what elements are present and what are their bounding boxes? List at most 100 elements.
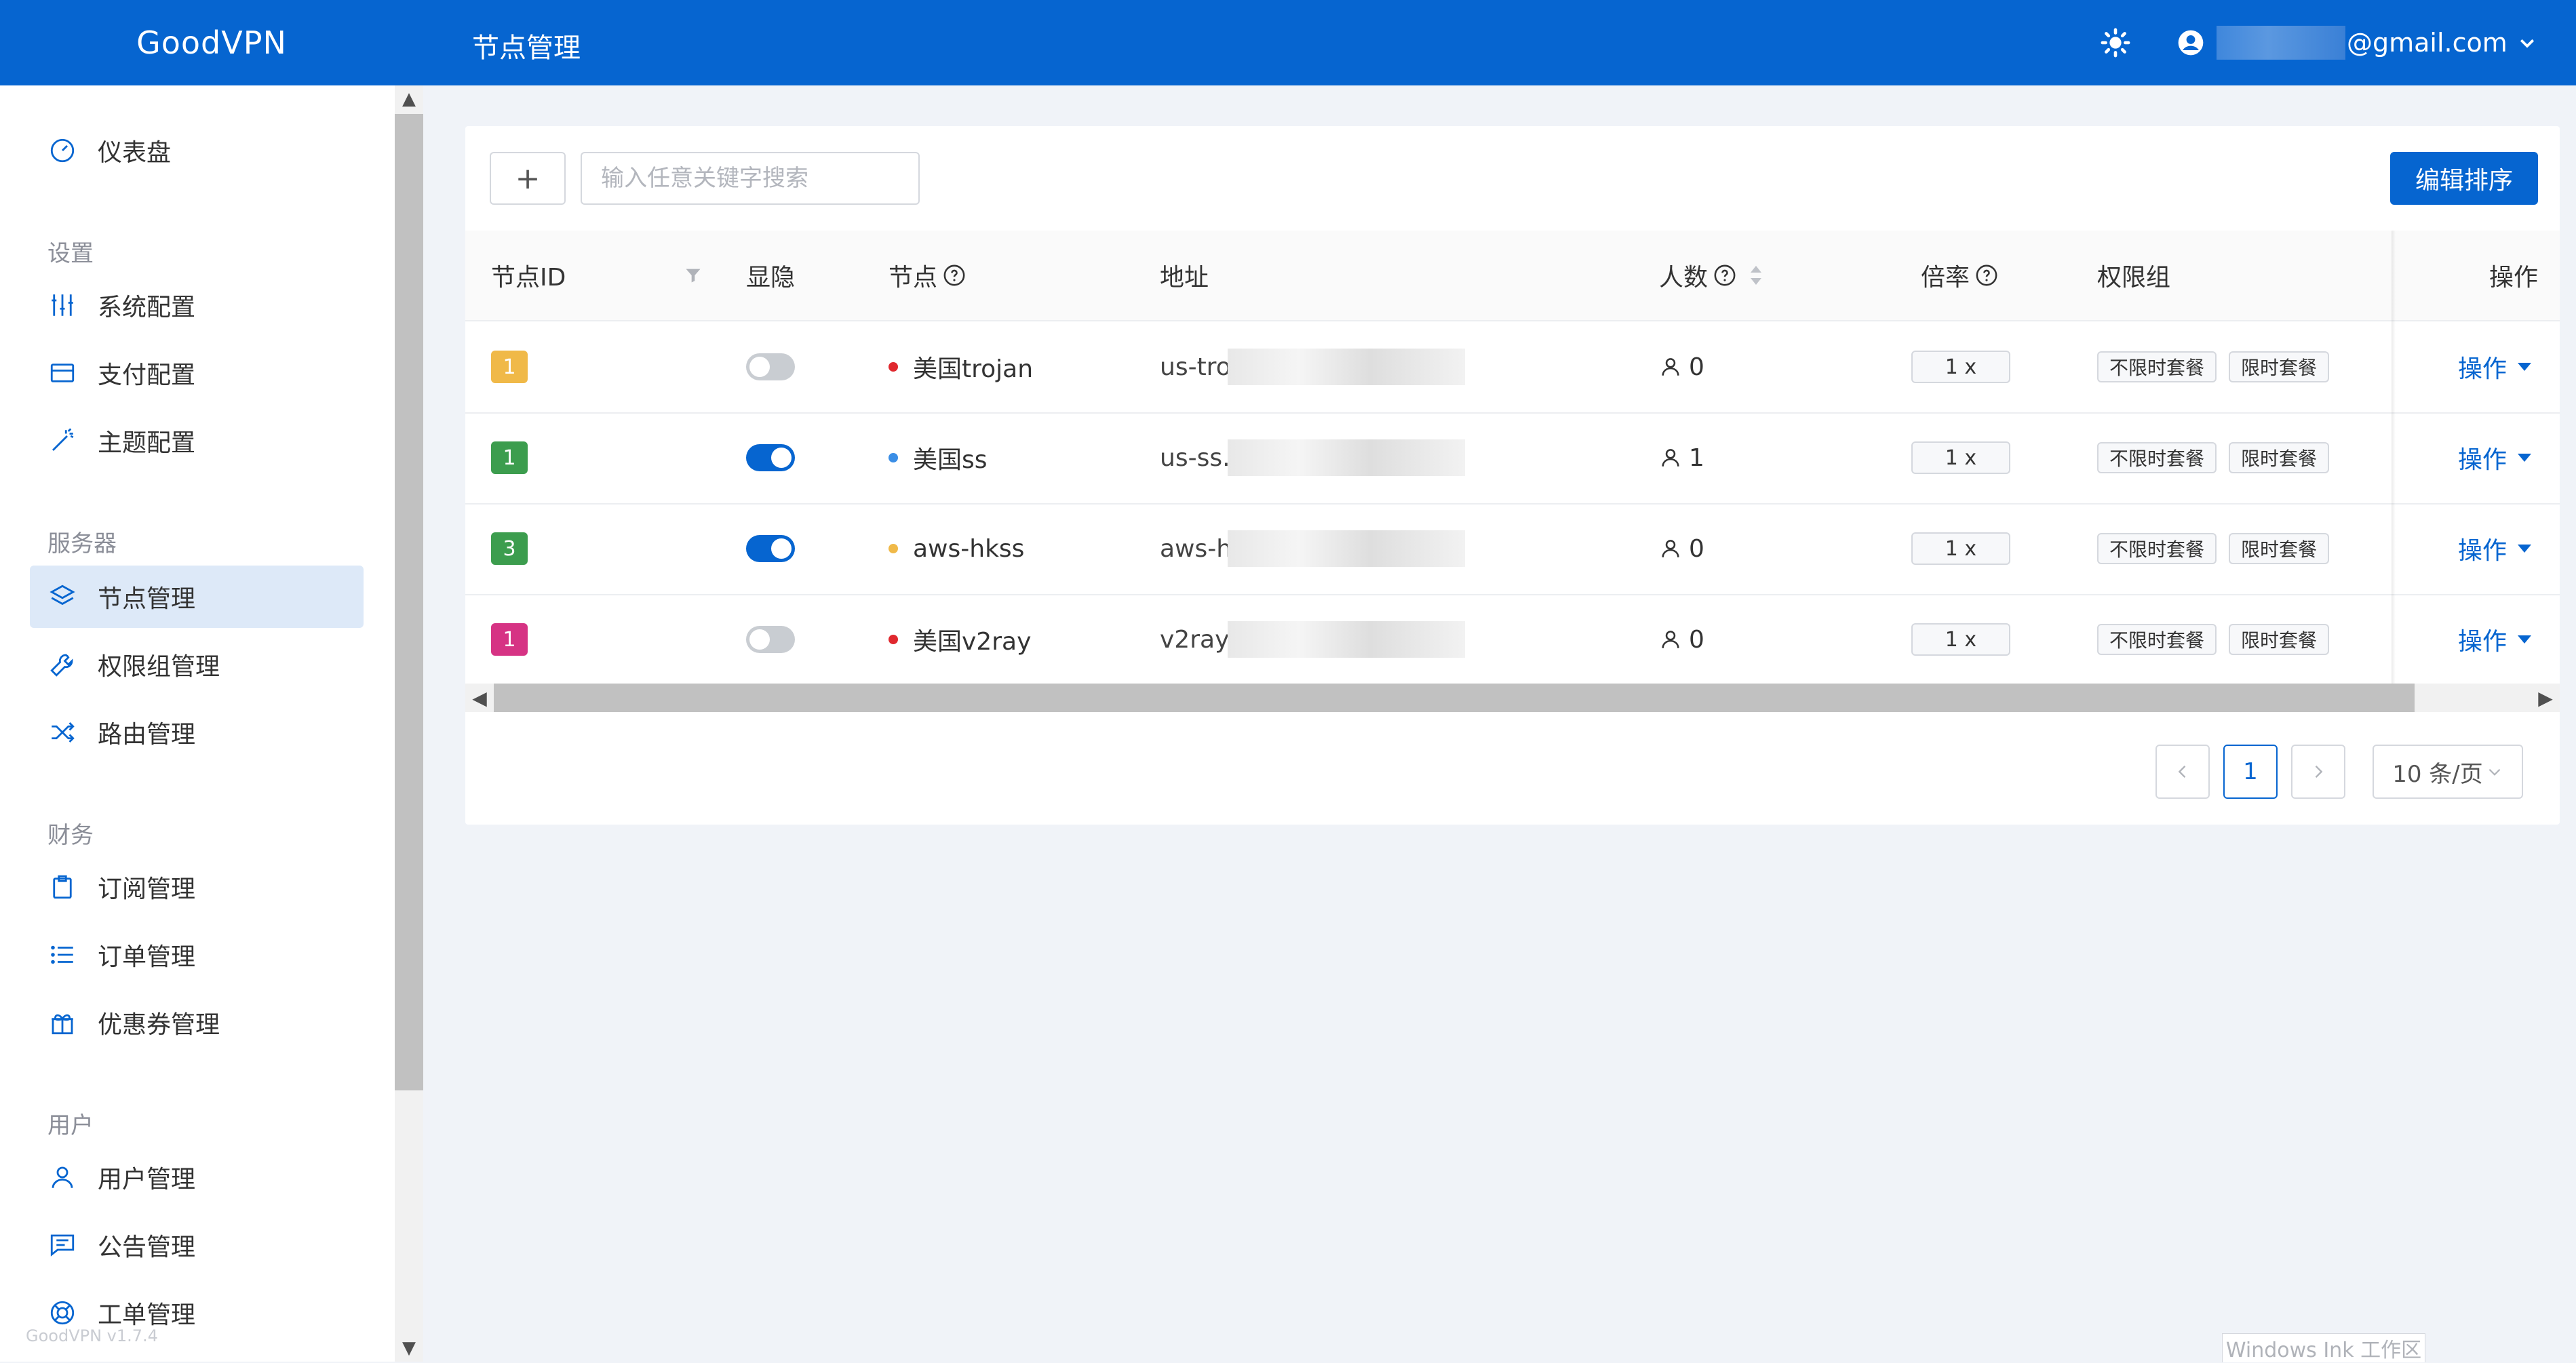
node-id-badge: 3 (491, 532, 528, 565)
prev-page-button[interactable] (2155, 745, 2210, 799)
sidebar-scroll-thumb[interactable] (395, 114, 423, 1090)
table-row: 3 aws-hkss aws-h 0 1 x 不限时套餐 限时套餐 操作 (465, 503, 2560, 595)
sidebar-item-dashboard[interactable]: 仪表盘 (30, 119, 364, 182)
sliders-icon (47, 290, 77, 320)
message-icon (47, 1230, 77, 1260)
cell-rate: 1 x (1911, 594, 2010, 685)
sidebar-section-server: 服务器 (47, 530, 117, 557)
action-label: 操作 (2458, 537, 2507, 565)
horizontal-scroll-thumb[interactable] (494, 684, 2415, 712)
next-page-button[interactable] (2291, 745, 2345, 799)
scroll-right-icon[interactable]: ▶ (2531, 684, 2560, 712)
scroll-up-icon[interactable]: ▲ (395, 85, 423, 113)
node-id-badge: 1 (491, 351, 528, 383)
address-redacted (1228, 349, 1465, 385)
cell-action: 操作 (2458, 503, 2532, 594)
chevron-right-icon (2315, 766, 2323, 778)
sidebar-item-user-manage[interactable]: 用户管理 (30, 1146, 364, 1208)
col-label: 节点 (889, 264, 938, 292)
sidebar-item-node-manage[interactable]: 节点管理 (30, 566, 364, 628)
visibility-toggle[interactable] (746, 626, 795, 653)
node-address: us-ss. (1160, 443, 1230, 472)
edit-sort-button[interactable]: 编辑排序 (2390, 152, 2538, 205)
shuffle-icon (47, 717, 77, 747)
filter-icon[interactable] (684, 266, 703, 285)
cell-rate: 1 x (1911, 412, 2010, 503)
caret-down-icon (2518, 454, 2532, 462)
user-email: @gmail.com (2347, 28, 2507, 58)
cell-show (746, 412, 795, 503)
sidebar-item-orders[interactable]: 订单管理 (30, 924, 364, 986)
action-dropdown[interactable]: 操作 (2458, 440, 2532, 475)
app-brand[interactable]: GoodVPN (0, 0, 423, 85)
sidebar-item-theme-config[interactable]: 主题配置 (30, 410, 364, 472)
sidebar-item-label: 支付配置 (98, 361, 196, 389)
person-icon (1662, 449, 1679, 467)
col-show: 显隐 (746, 231, 795, 320)
sidebar-item-permission-group[interactable]: 权限组管理 (30, 633, 364, 696)
wrench-icon (47, 650, 77, 679)
action-dropdown[interactable]: 操作 (2458, 531, 2532, 566)
scroll-down-icon[interactable]: ▼ (395, 1335, 423, 1362)
status-dot (889, 453, 898, 462)
table-header: 节点ID 显隐 节点 地址 人数 倍率 权限组 操作 (465, 231, 2560, 321)
horizontal-scrollbar[interactable]: ◀ ▶ (465, 684, 2560, 712)
add-node-button[interactable]: + (490, 152, 566, 205)
help-icon[interactable] (1975, 264, 1998, 287)
user-menu[interactable]: @gmail.com (2176, 23, 2537, 62)
cell-action: 操作 (2458, 412, 2532, 503)
credit-card-icon (47, 358, 77, 388)
group-tag: 不限时套餐 (2097, 533, 2217, 564)
cell-address: aws-h (1160, 503, 1232, 594)
clipboard-icon (47, 872, 77, 902)
sidebar-item-subscription[interactable]: 订阅管理 (30, 856, 364, 918)
list-icon (47, 940, 77, 970)
sidebar-item-system-config[interactable]: 系统配置 (30, 274, 364, 336)
sidebar-item-notice[interactable]: 公告管理 (30, 1214, 364, 1276)
help-icon[interactable] (1713, 264, 1736, 287)
status-dot (889, 635, 898, 644)
sun-icon[interactable] (2100, 27, 2131, 58)
action-label: 操作 (2458, 446, 2507, 474)
sort-icon[interactable] (1747, 263, 1765, 288)
col-action: 操作 (2489, 231, 2538, 320)
cell-address: v2ray. (1160, 594, 1234, 685)
cell-node-id: 1 (491, 321, 528, 412)
person-icon (1662, 631, 1679, 648)
rate-badge: 1 x (1911, 351, 2010, 383)
sidebar-item-payment-config[interactable]: 支付配置 (30, 342, 364, 404)
toggle-knob (749, 357, 770, 377)
visibility-toggle[interactable] (746, 353, 795, 380)
table-row: 1 美国ss us-ss. 1 1 x 不限时套餐 限时套餐 操作 (465, 412, 2560, 505)
chevron-left-icon (2178, 766, 2186, 778)
page-size-select[interactable]: 10 条/页 (2373, 745, 2523, 799)
cell-node: 美国v2ray (889, 594, 1031, 685)
page-button-current[interactable]: 1 (2223, 745, 2278, 799)
toggle-knob (771, 538, 792, 559)
sidebar-item-coupons[interactable]: 优惠券管理 (30, 991, 364, 1054)
cell-node-id: 3 (491, 503, 528, 594)
node-id-badge: 1 (491, 623, 528, 656)
rate-badge: 1 x (1911, 441, 2010, 474)
col-address: 地址 (1160, 231, 1209, 320)
visibility-toggle[interactable] (746, 444, 795, 471)
sidebar-item-label: 权限组管理 (98, 653, 220, 681)
action-dropdown[interactable]: 操作 (2458, 622, 2532, 657)
cell-people: 0 (1659, 594, 1704, 685)
visibility-toggle[interactable] (746, 535, 795, 562)
sidebar-item-label: 节点管理 (98, 585, 196, 613)
sidebar-item-label: 路由管理 (98, 721, 196, 749)
search-input[interactable] (581, 152, 920, 205)
action-dropdown[interactable]: 操作 (2458, 349, 2532, 384)
col-people: 人数 (1659, 231, 1765, 320)
address-redacted (1228, 439, 1465, 476)
group-tag: 限时套餐 (2229, 533, 2330, 564)
help-icon[interactable] (943, 264, 966, 287)
cell-node-id: 1 (491, 412, 528, 503)
action-label: 操作 (2458, 628, 2507, 656)
cell-people: 0 (1659, 321, 1704, 412)
sidebar-scrollbar[interactable]: ▲ ▼ (395, 85, 423, 1362)
node-address: aws-h (1160, 534, 1232, 563)
sidebar-item-route-manage[interactable]: 路由管理 (30, 701, 364, 764)
scroll-left-icon[interactable]: ◀ (465, 684, 494, 712)
